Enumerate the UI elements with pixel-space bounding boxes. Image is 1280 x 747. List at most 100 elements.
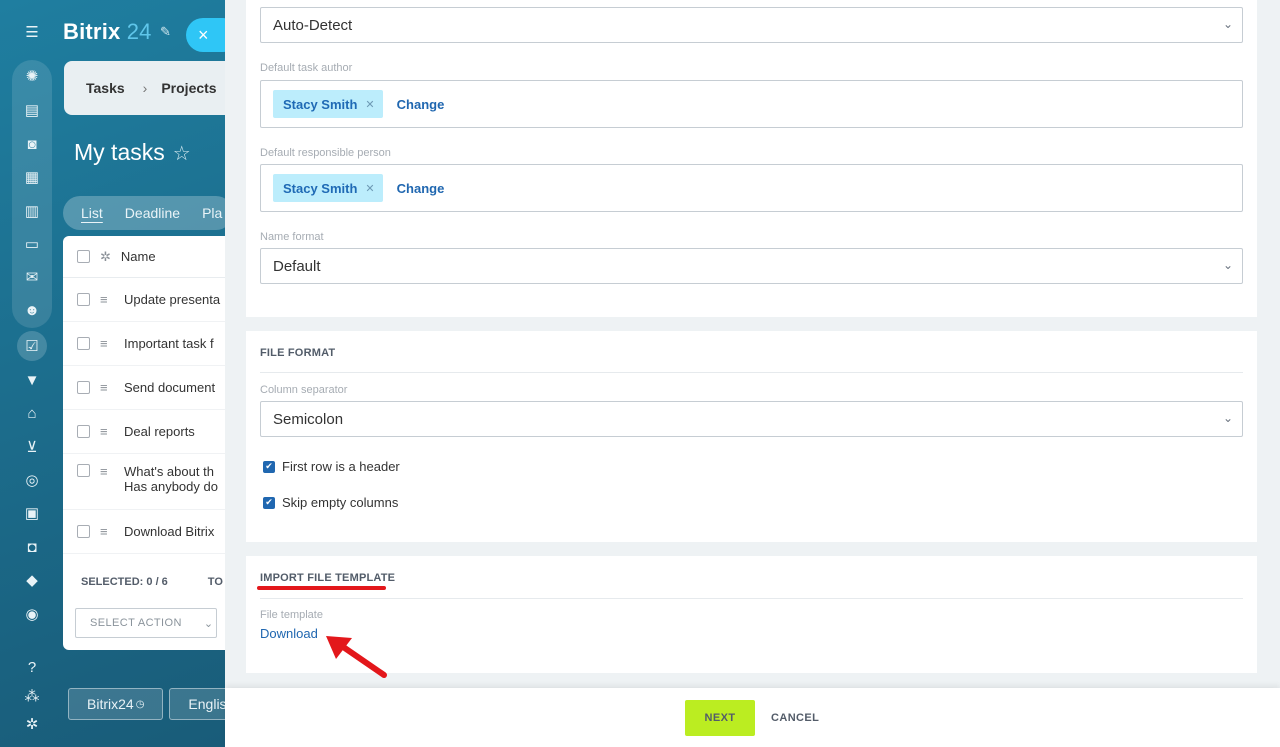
name-format-select[interactable]: Default ⌄ [260,248,1243,284]
row-title[interactable]: What's about th Has anybody do [124,464,218,494]
name-format-value: Default [273,257,321,275]
group-icon[interactable]: ☻ [22,300,42,320]
select-action-dropdown[interactable]: SELECT ACTION ⌄ [75,608,217,638]
drag-handle-icon[interactable]: ≡ [100,524,114,539]
skip-empty-label: Skip empty columns [282,495,399,510]
table-row[interactable]: ≡ Deal reports [63,410,243,454]
skip-empty-columns-checkbox[interactable]: ✔ Skip empty columns [263,495,398,510]
brand-name: Bitrix [63,19,121,44]
calendar-icon[interactable]: ▦ [22,167,42,187]
language-button-label: Englis [188,696,227,712]
row-checkbox[interactable] [77,425,90,438]
drive-icon[interactable]: ▭ [22,234,42,254]
row-title-line2: Has anybody do [124,479,218,494]
author-name: Stacy Smith [283,96,358,112]
menu-icon[interactable]: ☰ [22,22,42,42]
chevron-down-icon: ⌄ [1222,17,1234,31]
row-checkbox[interactable] [77,293,90,306]
row-checkbox[interactable] [77,464,90,477]
author-field[interactable]: Stacy Smith ✕ Change [260,80,1243,128]
author-change-link[interactable]: Change [397,97,445,112]
drag-handle-icon[interactable]: ≡ [100,424,114,439]
author-chip[interactable]: Stacy Smith ✕ [273,90,383,118]
remove-icon[interactable]: ✕ [365,182,374,195]
row-title[interactable]: Update presenta [124,292,220,307]
close-icon: × [198,24,209,45]
breadcrumb-projects[interactable]: Projects [161,80,216,96]
chevron-down-icon: ⌄ [1222,411,1234,425]
contact-card-icon[interactable]: ▣ [22,503,42,523]
import-slider-panel: Auto-Detect ⌄ Default task author Stacy … [225,0,1280,747]
table-row[interactable]: ≡ Important task f [63,322,243,366]
template-label: File template [260,609,323,621]
check-icon: ✔ [263,460,275,473]
chevron-right-icon: › [142,80,148,96]
more-icon[interactable]: ◉ [22,604,42,624]
row-checkbox[interactable] [77,337,90,350]
responsible-change-link[interactable]: Change [397,181,445,196]
selected-count: SELECTED: 0 / 6 [81,576,168,588]
row-title[interactable]: Send document [124,380,215,395]
mail-icon[interactable]: ✉ [22,267,42,287]
next-button[interactable]: NEXT [685,700,755,736]
row-title[interactable]: Download Bitrix [124,524,214,539]
help-icon[interactable]: ? [22,657,42,677]
cancel-button[interactable]: CANCEL [771,700,819,736]
cart-icon[interactable]: ⊻ [22,437,42,457]
box-icon[interactable]: ◆ [22,570,42,590]
drag-handle-icon[interactable]: ≡ [100,336,114,351]
settings-section: Auto-Detect ⌄ Default task author Stacy … [246,0,1257,317]
tasks-icon[interactable]: ☑ [17,331,47,361]
sitemap-icon[interactable]: ⁂ [22,686,42,706]
column-name-header[interactable]: Name [121,249,156,264]
responsible-field[interactable]: Stacy Smith ✕ Change [260,164,1243,212]
separator-label: Column separator [260,384,348,396]
filter-icon[interactable]: ▼ [22,370,42,390]
responsible-chip[interactable]: Stacy Smith ✕ [273,174,383,202]
document-icon[interactable]: ▥ [22,201,42,221]
bottom-bar: Bitrix24 ◷ Englis [68,688,246,720]
encoding-select[interactable]: Auto-Detect ⌄ [260,7,1243,43]
tab-planner[interactable]: Pla [202,205,222,221]
chat-icon[interactable]: ◙ [22,134,42,154]
row-title[interactable]: Deal reports [124,424,195,439]
table-row[interactable]: ≡ Send document [63,366,243,410]
import-template-section: IMPORT FILE TEMPLATE File template Downl… [246,556,1257,673]
star-icon[interactable]: ☆ [173,143,191,165]
row-checkbox[interactable] [77,381,90,394]
select-action-label: SELECT ACTION [90,617,182,629]
download-link[interactable]: Download [260,626,318,641]
drag-handle-icon[interactable]: ≡ [100,292,114,307]
table-row[interactable]: ≡ What's about th Has anybody do [63,454,243,510]
tab-deadline[interactable]: Deadline [125,205,180,221]
clock-icon: ◷ [135,698,145,710]
select-all-checkbox[interactable] [77,250,90,263]
robot-icon[interactable]: ◘ [22,537,42,557]
brand-number: 24 [126,19,152,44]
table-row[interactable]: ≡ Download Bitrix [63,510,243,554]
drag-handle-icon[interactable]: ≡ [100,464,114,479]
author-label: Default task author [260,62,353,74]
breadcrumb-tasks[interactable]: Tasks [86,80,125,96]
building-icon[interactable]: ⌂ [22,403,42,423]
target-icon[interactable]: ◎ [22,470,42,490]
pencil-icon[interactable]: ✎ [160,24,171,40]
row-title[interactable]: Important task f [124,336,214,351]
chevron-down-icon: ⌄ [203,617,214,630]
row-checkbox[interactable] [77,525,90,538]
tab-list[interactable]: List [81,205,103,221]
table-row[interactable]: ≡ Update presenta [63,278,243,322]
bitrix24-button[interactable]: Bitrix24 ◷ [68,688,164,720]
total-count: TO [207,576,223,588]
remove-icon[interactable]: ✕ [365,98,374,111]
feed-icon[interactable]: ✺ [22,66,42,86]
tasks-board-icon[interactable]: ▤ [22,100,42,120]
gear-icon[interactable]: ✲ [100,249,111,265]
drag-handle-icon[interactable]: ≡ [100,380,114,395]
separator-select[interactable]: Semicolon ⌄ [260,401,1243,437]
left-rail: ☰ ✺ ▤ ◙ ▦ ▥ ▭ ✉ ☻ ☑ ▼ ⌂ ⊻ ◎ ▣ ◘ ◆ ◉ ? ⁂ … [0,0,64,747]
first-row-header-checkbox[interactable]: ✔ First row is a header [263,459,400,474]
settings-gear-icon[interactable]: ✲ [22,714,42,734]
first-row-header-label: First row is a header [282,459,400,474]
annotation-arrow-icon [326,636,387,678]
